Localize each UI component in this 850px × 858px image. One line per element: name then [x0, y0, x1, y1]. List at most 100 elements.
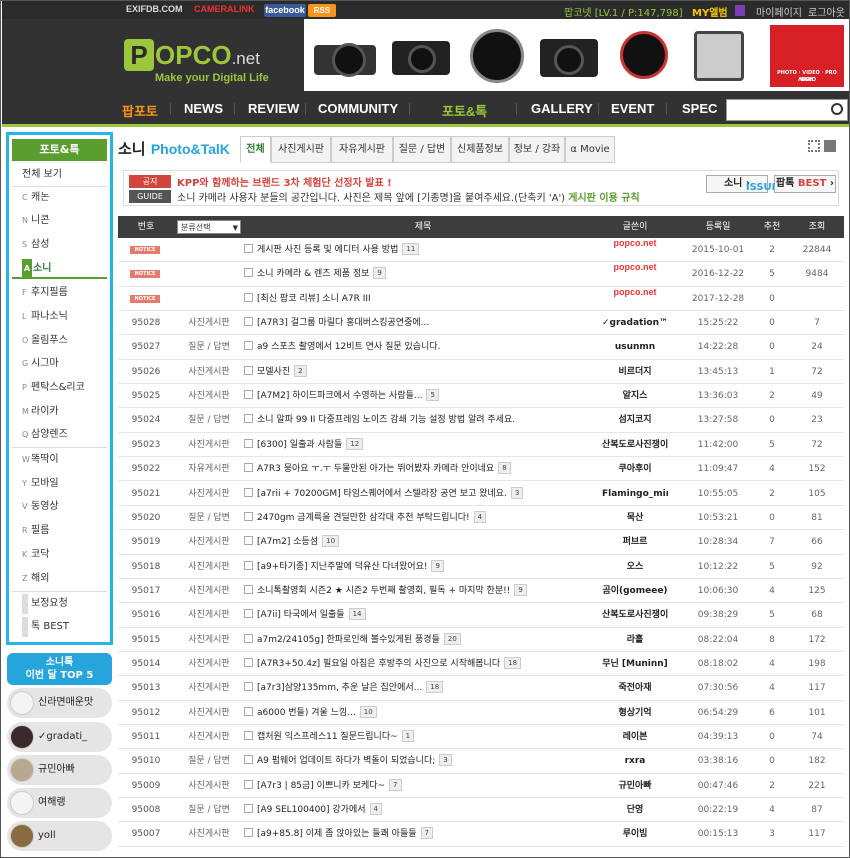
top5-user[interactable]: 신라면매운맛: [7, 688, 112, 718]
rss-link[interactable]: RSS: [308, 4, 336, 17]
post-category[interactable]: 사진게시판: [174, 433, 244, 457]
post-category[interactable]: 사진게시판: [174, 579, 244, 603]
nav-news[interactable]: NEWS: [184, 101, 223, 116]
post-subject[interactable]: 소니 카메라 & 렌즈 제품 정보 9: [244, 262, 602, 286]
sidebar-item-film[interactable]: R 필름: [12, 521, 107, 541]
tab-all[interactable]: 전체: [240, 136, 271, 163]
logout-link[interactable]: 로그아웃: [808, 4, 845, 19]
post-subject[interactable]: 모델사진 2: [244, 360, 602, 384]
my-album-link[interactable]: MY앨범: [692, 4, 728, 19]
post-title[interactable]: 2470gm 금계륵을 견딜만한 삼각대 추천 부탁드립니다!: [257, 513, 470, 523]
sidebar-item-samyang[interactable]: Q 삼양렌즈: [12, 425, 107, 445]
post-category[interactable]: 사진게시판: [174, 384, 244, 408]
post-author[interactable]: 오스: [602, 555, 668, 579]
sidebar-item-sigma[interactable]: G 시그마: [12, 354, 107, 374]
post-title[interactable]: [A7ii] 타국에서 일출들: [257, 610, 345, 620]
search-input[interactable]: [726, 99, 848, 121]
post-author[interactable]: 퍼브르: [602, 530, 668, 554]
sidebar-item-video[interactable]: V 동영상: [12, 497, 107, 517]
notice-text[interactable]: KPP와 함께하는 브랜드 3차 체험단 선정자 발표 !: [177, 174, 392, 189]
post-title[interactable]: [A7R3] 걸그룹 마릴다 홍대버스킹공연중에...: [257, 318, 429, 328]
post-category[interactable]: 질문 / 답변: [174, 749, 244, 773]
post-category[interactable]: 사진게시판: [174, 701, 244, 725]
post-author[interactable]: 라흘: [602, 628, 668, 652]
post-category[interactable]: 사진게시판: [174, 482, 244, 506]
nav-photo-talk[interactable]: 포토&톡: [442, 101, 487, 120]
post-title[interactable]: [6300] 일출과 사람들: [257, 440, 342, 450]
post-category[interactable]: 사진게시판: [174, 360, 244, 384]
table-row[interactable]: 95020 질문 / 답변 2470gm 금계륵을 견딜만한 삼각대 추천 부탁드립…: [118, 506, 844, 531]
post-category[interactable]: 질문 / 답변: [174, 408, 244, 432]
post-subject[interactable]: [A9 SEL100400] 강가에서 4: [244, 798, 602, 822]
sidebar-item-nikon[interactable]: N 니콘: [12, 211, 107, 231]
table-row[interactable]: 95011 사진게시판 캡처원 익스프레스11 질문드립니다~ 1 레이븐 04:39:1…: [118, 725, 844, 750]
sidebar-item-canon[interactable]: C 캐논: [12, 188, 107, 208]
tab-photo-board[interactable]: 사진게시판: [271, 136, 331, 163]
sidebar-item-overseas[interactable]: Z 해외: [12, 569, 107, 589]
sidebar-item-all[interactable]: 전체 보기: [12, 165, 107, 185]
post-category[interactable]: 사진게시판: [174, 676, 244, 700]
sidebar-item-compact[interactable]: W똑딱이: [12, 450, 107, 470]
post-title[interactable]: [A7M2] 하이드파크에서 수영하는 사람들...: [257, 391, 422, 401]
post-title[interactable]: [A7r3 | 85금] 이쁘니카 보케다~: [257, 781, 385, 791]
table-row[interactable]: NOTICE 소니 카메라 & 렌즈 제품 정보 9 popco.net 2016-12…: [118, 262, 844, 287]
sidebar-item-edit-request[interactable]: 보정요청: [12, 594, 107, 614]
post-subject[interactable]: [a7rii + 70200GM] 타임스퀘어에서 스텔라장 공연 보고 왔네요…: [244, 482, 602, 506]
facebook-link[interactable]: facebook: [264, 4, 306, 17]
table-row[interactable]: NOTICE 게시판 사진 등록 및 에디터 사용 방법 11 popco.net 20…: [118, 238, 844, 263]
tab-new-products[interactable]: 신제품정보: [451, 136, 509, 163]
post-category[interactable]: 사진게시판: [174, 652, 244, 676]
sidebar-item-pentax[interactable]: P 펜탁스&리코: [12, 378, 107, 398]
post-author[interactable]: ✓gradation™: [602, 311, 668, 335]
post-category[interactable]: 사진게시판: [174, 311, 244, 335]
sidebar-item-mobile[interactable]: Y 모바일: [12, 474, 107, 494]
nav-gallery[interactable]: GALLERY: [531, 101, 593, 116]
post-subject[interactable]: [A7R3+50.4z] 필요일 아침은 후방주의 사진으로 시작해봅니다 18: [244, 652, 602, 676]
nav-spec[interactable]: SPEC: [682, 101, 717, 116]
sony-issue-button[interactable]: 소니 ISSUE ›: [706, 175, 779, 193]
tab-alpha-movie[interactable]: α Movie: [565, 136, 615, 163]
table-row[interactable]: 95009 사진게시판 [A7r3 | 85금] 이쁘니카 보케다~ 7 규민아빠 00:…: [118, 774, 844, 799]
post-author[interactable]: 단영: [602, 798, 668, 822]
post-category[interactable]: 사진게시판: [174, 822, 244, 846]
post-author[interactable]: popco.net: [602, 287, 668, 297]
post-subject[interactable]: [A7ii] 타국에서 일출들 14: [244, 603, 602, 627]
post-author[interactable]: 레이븐: [602, 725, 668, 749]
top5-user[interactable]: 여해랭: [7, 788, 112, 818]
sidebar-item-fujifilm[interactable]: F 후지필름: [12, 283, 107, 303]
post-title[interactable]: a9 스포츠 촬영에서 12비트 연사 질문 있습니다.: [257, 342, 440, 352]
table-row[interactable]: 95028 사진게시판 [A7R3] 걸그룹 마릴다 홍대버스킹공연중에... ✓gr…: [118, 311, 844, 336]
post-title[interactable]: [최신 팝코 리뷰] 소니 A7R III: [257, 294, 371, 304]
post-title[interactable]: [A9 SEL100400] 강가에서: [257, 805, 366, 815]
post-subject[interactable]: [a9+타기종] 지난주말에 덕유산 다녀왔어요! 9: [244, 555, 602, 579]
table-row[interactable]: 95016 사진게시판 [A7ii] 타국에서 일출들 14 산복도로사진쟁이 09:38…: [118, 603, 844, 628]
sidebar-item-samsung[interactable]: S 삼성: [12, 235, 107, 255]
table-row[interactable]: 95014 사진게시판 [A7R3+50.4z] 필요일 아침은 후방주의 사진으로…: [118, 652, 844, 677]
post-author[interactable]: 알지스: [602, 384, 668, 408]
post-title[interactable]: A9 펌웨어 업데이트 하다가 벽돌이 되었습니다;: [257, 756, 435, 766]
post-title[interactable]: [a7rii + 70200GM] 타임스퀘어에서 스텔라장 공연 보고 왔네요…: [257, 489, 507, 499]
post-author[interactable]: 죽전아재: [602, 676, 668, 700]
post-author[interactable]: 산복도로사진쟁이: [602, 433, 668, 457]
sidebar-item-talk-best[interactable]: 톡 BEST: [12, 617, 107, 637]
post-subject[interactable]: [a9+85.8] 이제 좀 앉아있는 들쾌 아들들 7: [244, 822, 602, 846]
nav-review[interactable]: REVIEW: [248, 101, 299, 116]
grid-view-icon[interactable]: [808, 140, 820, 152]
table-row[interactable]: 95024 질문 / 답변 소니 알파 99 II 다중프레임 노이즈 감쇄 기능 …: [118, 408, 844, 433]
post-category[interactable]: 사진게시판: [174, 774, 244, 798]
post-author[interactable]: popco.net: [602, 238, 668, 248]
post-author[interactable]: 루이빔: [602, 822, 668, 846]
post-category[interactable]: 사진게시판: [174, 725, 244, 749]
my-page-link[interactable]: 마이페이지: [756, 4, 802, 19]
category-select[interactable]: 분류선택: [177, 220, 241, 235]
post-author[interactable]: popco.net: [602, 262, 668, 272]
post-author[interactable]: 산복도로사진쟁이: [602, 603, 668, 627]
post-title[interactable]: 캡처원 익스프레스11 질문드립니다~: [257, 732, 398, 742]
post-subject[interactable]: [A7m2] 소등섬 10: [244, 530, 602, 554]
search-icon[interactable]: [831, 103, 843, 115]
table-row[interactable]: NOTICE [최신 팝코 리뷰] 소니 A7R III popco.net 2017…: [118, 287, 844, 312]
post-author[interactable]: 묵산: [602, 506, 668, 530]
post-subject[interactable]: a7m2/24105g] 한파로인해 볼수있게된 풍경들 20: [244, 628, 602, 652]
post-title[interactable]: [a7r3]삼양135mm, 추운 날은 집안에서...: [257, 683, 422, 693]
table-row[interactable]: 95007 사진게시판 [a9+85.8] 이제 좀 앉아있는 들쾌 아들들 7 루이빔…: [118, 822, 844, 847]
